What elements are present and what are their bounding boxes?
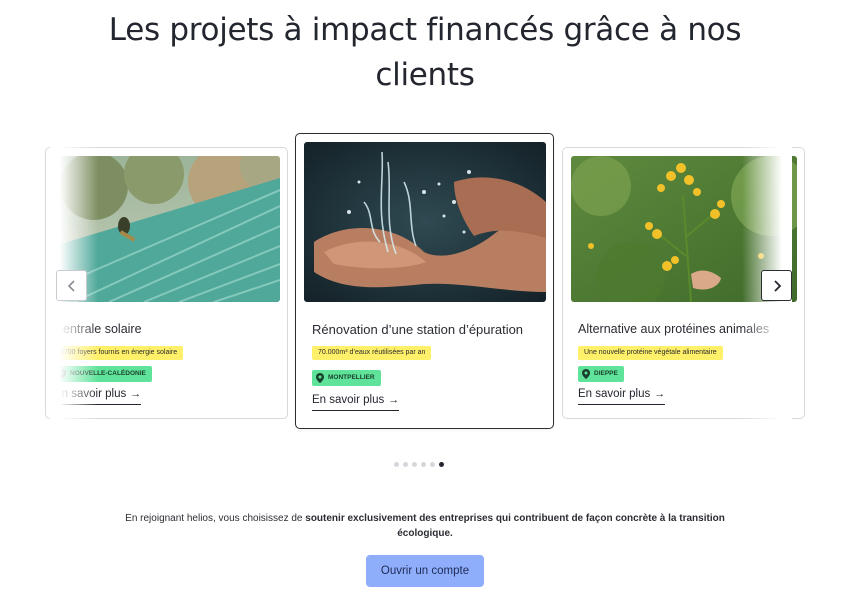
learn-more-link[interactable]: En savoir plus→: [578, 388, 666, 405]
carousel-dot[interactable]: [412, 462, 417, 467]
location-label: DIEPPE: [594, 370, 618, 377]
arrow-right-icon: →: [130, 388, 142, 400]
open-account-button[interactable]: Ouvrir un compte: [366, 555, 484, 587]
arrow-right-icon: →: [388, 394, 400, 406]
carousel-pagination: [394, 462, 444, 467]
project-card-water[interactable]: Rénovation d’une station d’épuration 70.…: [295, 133, 554, 429]
learn-more-label: En savoir plus: [312, 394, 385, 406]
carousel-dot[interactable]: [394, 462, 399, 467]
carousel-dot[interactable]: [421, 462, 426, 467]
map-pin-icon: [316, 373, 324, 383]
projects-carousel: Centrale solaire 5700 foyers fournis en …: [0, 125, 850, 445]
impact-metric-badge: Une nouvelle protéine végétale alimentai…: [578, 346, 723, 360]
project-title: Rénovation d’une station d’épuration: [312, 322, 524, 337]
arrow-right-icon: →: [654, 388, 666, 400]
impact-metric-badge: 70.000m³ d’eaux réutilisées par an: [312, 346, 432, 360]
carousel-prev-button[interactable]: [56, 270, 87, 301]
section-title: Les projets à impact financés grâce à no…: [0, 8, 850, 98]
carousel-dot[interactable]: [430, 462, 435, 467]
location-badge: MONTPELLIER: [312, 370, 381, 386]
water-hands-image: [304, 142, 546, 302]
chevron-left-icon: [67, 279, 75, 292]
carousel-dot-active[interactable]: [439, 462, 444, 467]
carousel-next-button[interactable]: [761, 270, 792, 301]
section-title-line-1: Les projets à impact financés grâce à no…: [108, 12, 742, 48]
learn-more-link[interactable]: En savoir plus→: [312, 394, 400, 411]
mission-statement-bold: soutenir exclusivement des entreprises q…: [305, 513, 725, 539]
location-label: MONTPELLIER: [328, 374, 375, 381]
project-title: Alternative aux protéines animales: [578, 322, 770, 336]
location-badge: DIEPPE: [578, 366, 624, 382]
learn-more-label: En savoir plus: [578, 388, 651, 400]
mission-statement: En rejoignant helios, vous choisissez de…: [100, 511, 750, 541]
carousel-dot[interactable]: [403, 462, 408, 467]
map-pin-icon: [582, 369, 590, 379]
section-title-line-2: clients: [375, 57, 475, 93]
chevron-right-icon: [773, 279, 781, 292]
mission-statement-plain: En rejoignant helios, vous choisissez de: [125, 513, 306, 524]
